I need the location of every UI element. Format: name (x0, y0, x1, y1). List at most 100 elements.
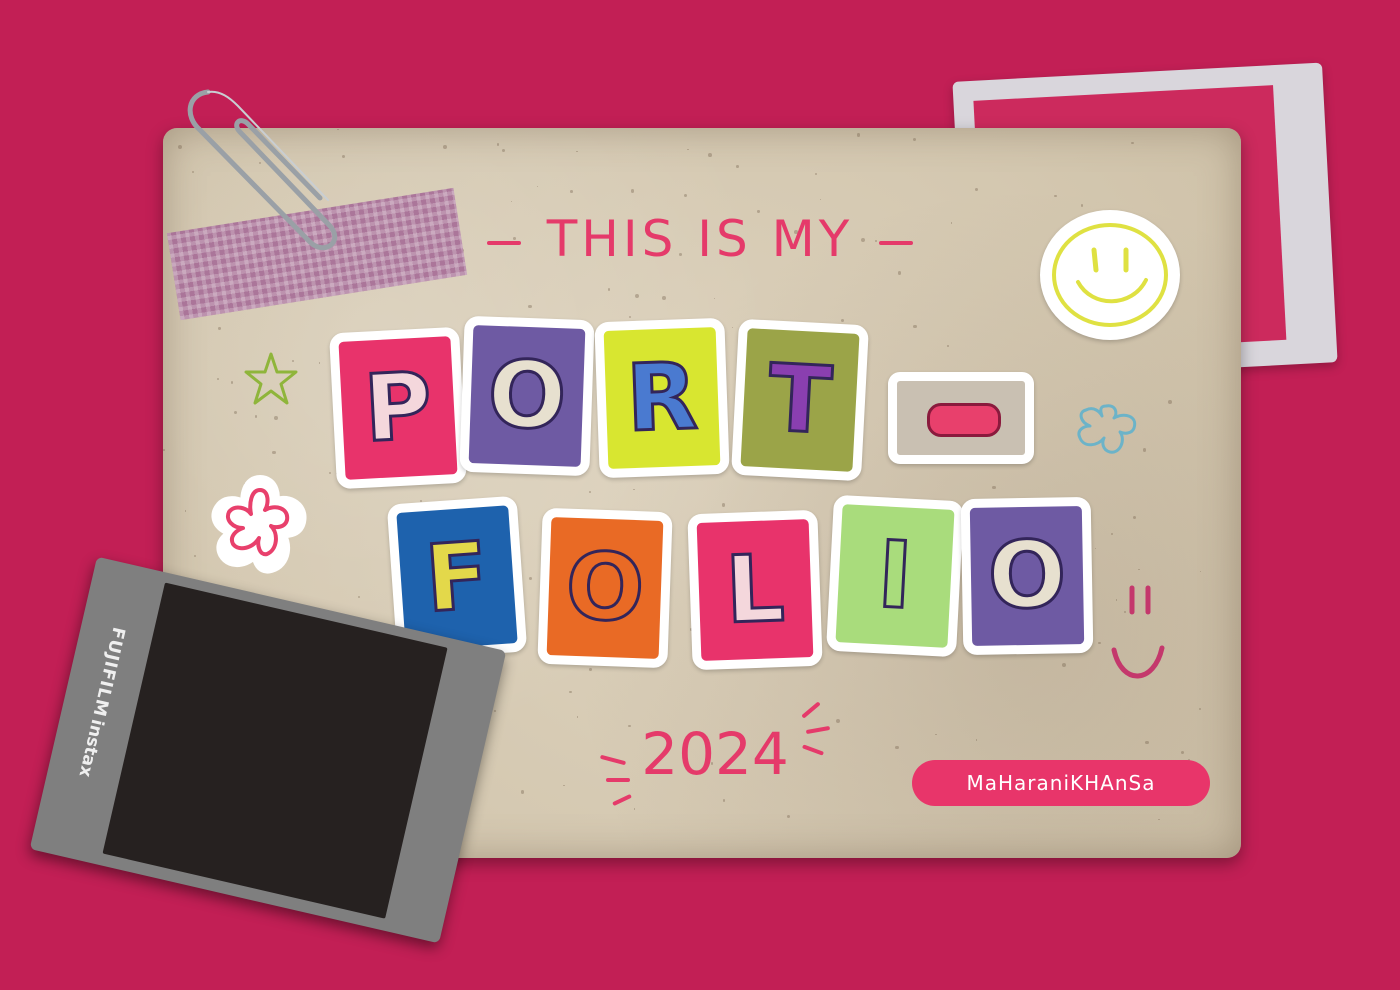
star-doodle-icon (244, 352, 298, 405)
cardboard-speck (992, 485, 996, 489)
cardboard-speck (254, 415, 258, 419)
title-letter-l: L (722, 534, 787, 646)
cardboard-speck (502, 148, 506, 152)
title-tile-l: L (687, 509, 823, 671)
cardboard-speck (1131, 141, 1135, 145)
cardboard-speck (1062, 662, 1067, 667)
cardboard-speck (528, 576, 532, 580)
cardboard-speck (1138, 568, 1140, 571)
cardboard-speck (947, 345, 949, 348)
cardboard-speck (975, 739, 978, 741)
cardboard-speck (521, 790, 525, 794)
cardboard-speck (1080, 204, 1084, 207)
cardboard-speck (1098, 641, 1101, 645)
cardboard-speck (628, 316, 632, 319)
cardboard-speck (630, 189, 635, 193)
title-tile-t: T (731, 318, 869, 482)
cardboard-speck (272, 450, 276, 455)
title-tile-i: I (826, 494, 964, 658)
header-line: THIS IS MY (0, 210, 1400, 268)
cardboard-speck (230, 381, 234, 384)
title-tile-o3: O (960, 496, 1094, 656)
cardboard-speck (1199, 707, 1202, 710)
pink-smile-doodle-icon (1111, 585, 1165, 679)
title-tile-o2: O (537, 507, 673, 669)
cardboard-speck (494, 709, 497, 712)
cardboard-speck (1094, 547, 1096, 549)
cardboard-speck (607, 288, 611, 291)
cardboard-speck (536, 186, 539, 188)
smiley-sticker (1040, 210, 1180, 340)
cardboard-speck (1145, 740, 1150, 745)
cardboard-speck (815, 172, 818, 175)
cardboard-speck (576, 716, 578, 718)
cardboard-speck (840, 318, 844, 322)
author-name-badge: MaHaraniKHAnSa (912, 760, 1210, 806)
title-letter-t: T (764, 343, 835, 456)
cardboard-speck (836, 718, 841, 723)
cardboard-speck (895, 745, 899, 750)
cardboard-speck (635, 293, 640, 298)
instax-film-dark-area (102, 582, 448, 919)
cardboard-speck (563, 784, 565, 787)
cardboard-speck (735, 165, 739, 169)
smiley-face-icon (1052, 223, 1168, 327)
cardboard-speck (589, 491, 591, 493)
title-letter-i: I (874, 520, 917, 632)
cardboard-speck (935, 733, 937, 736)
title-letter-o3: O (985, 520, 1068, 631)
cardboard-speck (496, 143, 500, 146)
cardboard-speck (510, 200, 513, 202)
title-tile-r: R (594, 317, 730, 479)
title-letter-o: O (485, 339, 570, 452)
cardboard-speck (357, 596, 361, 599)
cardboard-speck (732, 326, 734, 328)
title-tile-o: O (459, 315, 595, 477)
cardboard-speck (1158, 818, 1160, 820)
cardboard-speck (713, 297, 716, 300)
cardboard-speck (913, 324, 917, 329)
cardboard-speck (218, 327, 221, 330)
cardboard-speck (708, 153, 713, 157)
cardboard-speck (163, 448, 165, 451)
cardboard-speck (819, 198, 821, 200)
cardboard-speck (661, 296, 666, 300)
title-letter-r: R (623, 341, 701, 453)
cardboard-speck (632, 488, 635, 491)
cardboard-speck (569, 691, 572, 694)
year-spark (606, 778, 630, 782)
cardboard-speck (194, 555, 197, 558)
title-letter-o2: O (563, 531, 648, 644)
cardboard-speck (683, 194, 687, 198)
cardboard-speck (318, 362, 321, 364)
instax-product-label: instax (74, 717, 108, 779)
cardboard-speck (528, 304, 532, 309)
title-letter-f: F (420, 520, 493, 634)
cardboard-speck (912, 137, 916, 141)
cardboard-speck (1132, 516, 1137, 520)
cardboard-speck (570, 190, 574, 193)
cardboard-speck (588, 668, 592, 672)
cardboard-speck (274, 416, 278, 420)
cardboard-speck (1167, 400, 1172, 404)
cardboard-speck (1200, 571, 1202, 573)
cardboard-speck (1054, 194, 1057, 198)
cardboard-speck (1181, 750, 1185, 754)
title-dash-tile (888, 372, 1034, 464)
title-letter-p: P (360, 351, 436, 464)
portfolio-cover: { "header": { "text": "THIS IS MY" }, "t… (0, 0, 1400, 990)
header-dash-right (879, 240, 914, 245)
cardboard-speck (185, 510, 187, 512)
cardboard-speck (687, 148, 689, 151)
cardboard-speck (576, 150, 579, 153)
cardboard-speck (233, 411, 237, 415)
cardboard-speck (721, 503, 726, 507)
cardboard-speck (786, 814, 790, 819)
cardboard-speck (217, 378, 219, 381)
cardboard-speck (974, 187, 978, 191)
title-dash-bar (927, 403, 1001, 437)
cardboard-speck (633, 808, 636, 810)
year-text: 2024 (641, 720, 789, 788)
title-tile-p: P (329, 326, 467, 490)
cardboard-speck (1110, 532, 1114, 535)
